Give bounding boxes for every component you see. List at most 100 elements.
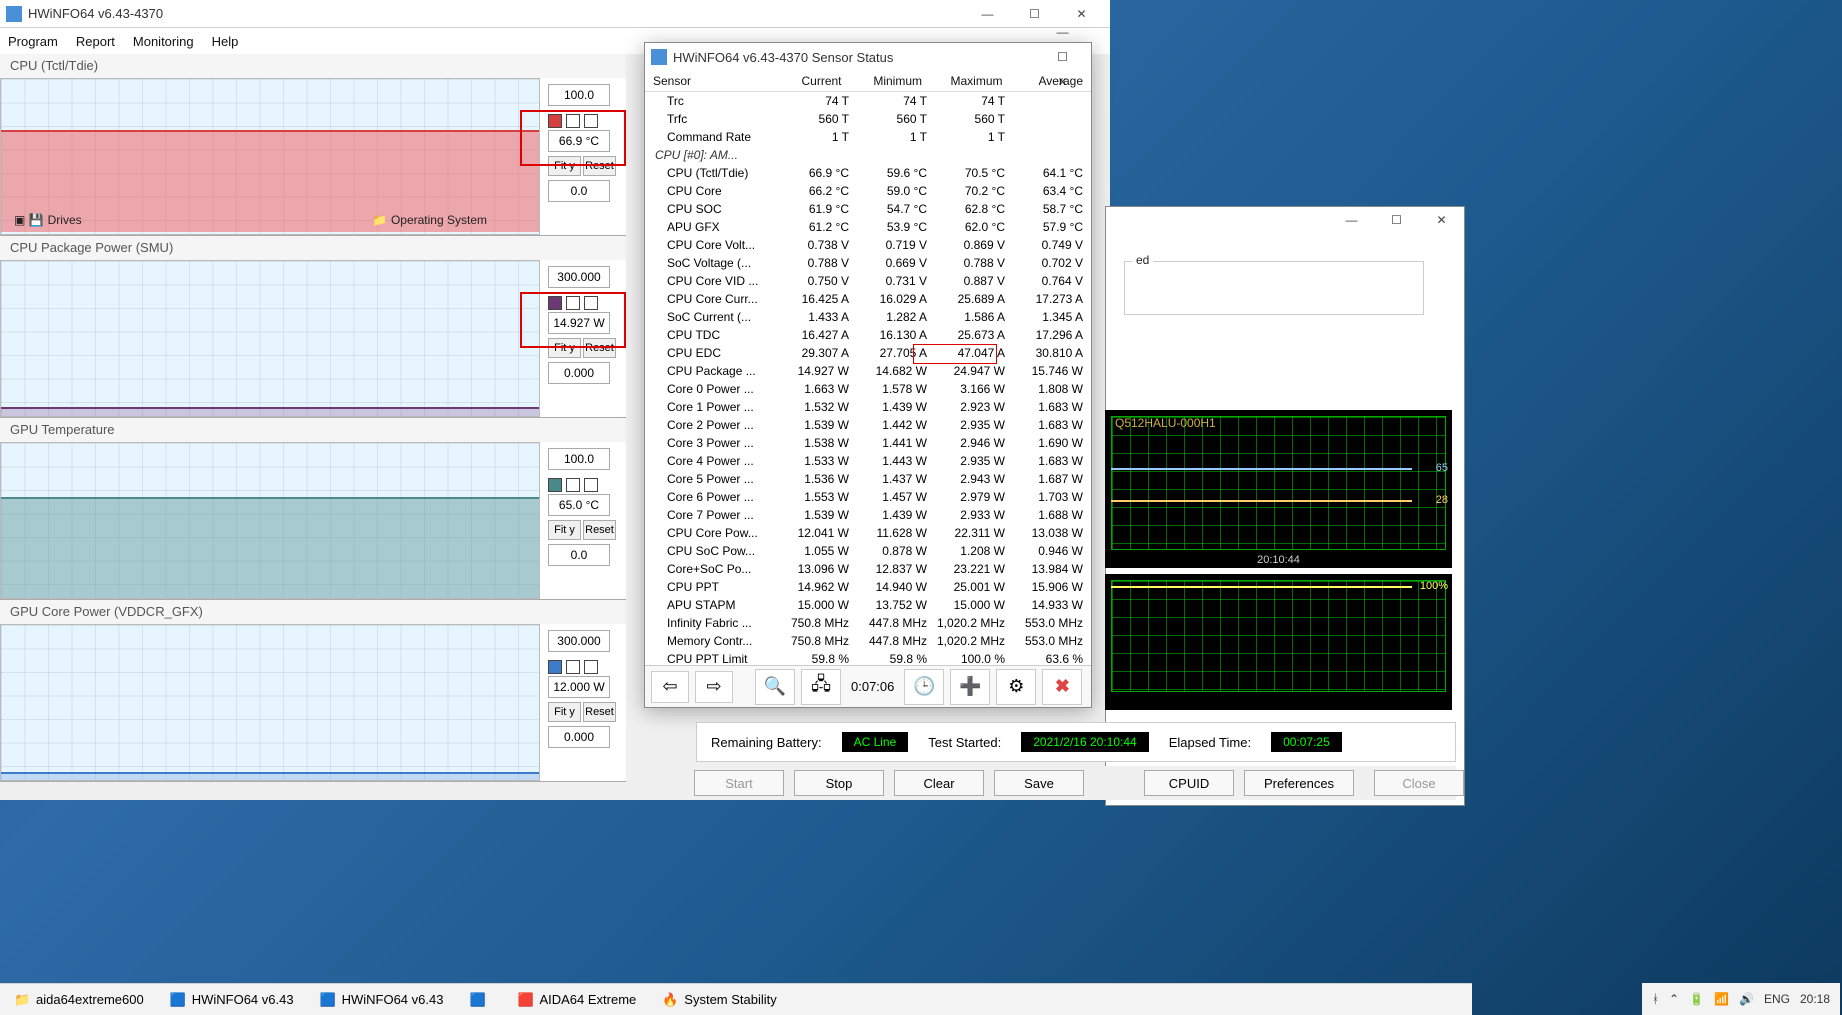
- os-node[interactable]: 📁 Operating System: [372, 213, 487, 227]
- main-titlebar[interactable]: HWiNFO64 v6.43-4370 — ☐ ✕: [0, 0, 1110, 28]
- add-icon[interactable]: ➕: [950, 669, 990, 705]
- close-aida-button[interactable]: Close: [1374, 770, 1464, 796]
- sensor-row[interactable]: Memory Contr...750.8 MHz447.8 MHz1,020.2…: [645, 632, 1091, 650]
- tray-wifi-icon[interactable]: 📶: [1714, 992, 1729, 1006]
- sensor-row[interactable]: CPU SOC61.9 °C54.7 °C62.8 °C58.7 °C: [645, 200, 1091, 218]
- fit-y-button[interactable]: Fit y: [548, 520, 581, 540]
- nav-back-icon[interactable]: ⇦: [651, 671, 689, 703]
- nav-fwd-icon[interactable]: ⇨: [695, 671, 733, 703]
- sensor-minimize-button[interactable]: —: [1040, 20, 1085, 45]
- zoom-icon[interactable]: 🔍: [755, 669, 795, 705]
- tray-battery-icon[interactable]: 🔋: [1689, 992, 1704, 1006]
- gear-icon[interactable]: ⚙: [996, 669, 1036, 705]
- graph-value[interactable]: 65.0 °C: [548, 494, 610, 516]
- sensor-row[interactable]: CPU Core Curr...16.425 A16.029 A25.689 A…: [645, 290, 1091, 308]
- tray-volume-icon[interactable]: 🔊: [1739, 992, 1754, 1006]
- taskbar-item[interactable]: 🔥System Stability: [654, 992, 784, 1008]
- sensor-row[interactable]: Trfc560 T560 T560 T: [645, 110, 1091, 128]
- tray-time[interactable]: 20:18: [1800, 992, 1830, 1006]
- menu-monitoring[interactable]: Monitoring: [133, 34, 194, 49]
- sensor-row[interactable]: Core 5 Power ...1.536 W1.437 W2.943 W1.6…: [645, 470, 1091, 488]
- stop-button[interactable]: Stop: [794, 770, 884, 796]
- minimize-button[interactable]: —: [965, 1, 1010, 26]
- sensor-row[interactable]: Core 2 Power ...1.539 W1.442 W2.935 W1.6…: [645, 416, 1091, 434]
- graph-min[interactable]: 0.0: [548, 544, 610, 566]
- aida-input-field[interactable]: [1124, 261, 1424, 315]
- preferences-button[interactable]: Preferences: [1244, 770, 1354, 796]
- sensor-maximize-button[interactable]: ☐: [1040, 45, 1085, 70]
- cpuid-button[interactable]: CPUID: [1144, 770, 1234, 796]
- sensor-row[interactable]: Core+SoC Po...13.096 W12.837 W23.221 W13…: [645, 560, 1091, 578]
- col-sensor[interactable]: Sensor: [645, 74, 769, 88]
- sensor-row[interactable]: CPU Package ...14.927 W14.682 W24.947 W1…: [645, 362, 1091, 380]
- sensor-row[interactable]: CPU TDC16.427 A16.130 A25.673 A17.296 A: [645, 326, 1091, 344]
- reset-button[interactable]: Reset: [583, 520, 616, 540]
- graph-max[interactable]: 300.000: [548, 630, 610, 652]
- graph-area[interactable]: [0, 260, 540, 417]
- exit-icon[interactable]: ✖: [1042, 669, 1082, 705]
- save-button[interactable]: Save: [994, 770, 1084, 796]
- sensor-row[interactable]: SoC Voltage (...0.788 V0.669 V0.788 V0.7…: [645, 254, 1091, 272]
- sensor-row[interactable]: CPU SoC Pow...1.055 W0.878 W1.208 W0.946…: [645, 542, 1091, 560]
- menu-help[interactable]: Help: [212, 34, 239, 49]
- network-icon[interactable]: 🖧: [801, 669, 841, 705]
- sensor-row[interactable]: CPU Core66.2 °C59.0 °C70.2 °C63.4 °C: [645, 182, 1091, 200]
- menu-report[interactable]: Report: [76, 34, 115, 49]
- color-swatch[interactable]: [584, 660, 598, 674]
- col-minimum[interactable]: Minimum: [850, 74, 931, 88]
- taskbar-item[interactable]: 🟦HWiNFO64 v6.43: [162, 992, 302, 1008]
- taskbar-item[interactable]: 📁aida64extreme600: [6, 992, 152, 1008]
- taskbar-item[interactable]: 🟦: [461, 992, 499, 1008]
- aida-maximize-button[interactable]: ☐: [1374, 207, 1419, 232]
- tray-bluetooth-icon[interactable]: ᚼ: [1652, 992, 1659, 1006]
- graph-max[interactable]: 100.0: [548, 448, 610, 470]
- sensor-row[interactable]: CPU (Tctl/Tdie)66.9 °C59.6 °C70.5 °C64.1…: [645, 164, 1091, 182]
- tray-lang[interactable]: ENG: [1764, 992, 1790, 1006]
- color-swatch[interactable]: [548, 478, 562, 492]
- sensor-body[interactable]: Trc74 T74 T74 TTrfc560 T560 T560 TComman…: [645, 92, 1091, 665]
- sensor-row[interactable]: SoC Current (...1.433 A1.282 A1.586 A1.3…: [645, 308, 1091, 326]
- aida-minimize-button[interactable]: —: [1329, 207, 1374, 232]
- tray-chevron-up-icon[interactable]: ⌃: [1669, 992, 1679, 1006]
- sensor-row[interactable]: CPU [#0]: AM...: [645, 146, 1091, 164]
- sensor-row[interactable]: APU GFX61.2 °C53.9 °C62.0 °C57.9 °C: [645, 218, 1091, 236]
- taskbar-item[interactable]: 🟦HWiNFO64 v6.43: [312, 992, 452, 1008]
- graph-min[interactable]: 0.000: [548, 726, 610, 748]
- col-average[interactable]: Average: [1011, 74, 1092, 88]
- clock-icon[interactable]: 🕒: [904, 669, 944, 705]
- graph-area[interactable]: [0, 78, 540, 235]
- sensor-titlebar[interactable]: HWiNFO64 v6.43-4370 Sensor Status — ☐ ✕: [645, 43, 1091, 71]
- sensor-row[interactable]: Trc74 T74 T74 T: [645, 92, 1091, 110]
- sensor-row[interactable]: Command Rate1 T1 T1 T: [645, 128, 1091, 146]
- color-swatch[interactable]: [584, 478, 598, 492]
- graph-area[interactable]: [0, 442, 540, 599]
- col-maximum[interactable]: Maximum: [930, 74, 1011, 88]
- sensor-row[interactable]: CPU Core Volt...0.738 V0.719 V0.869 V0.7…: [645, 236, 1091, 254]
- reset-button[interactable]: Reset: [583, 702, 616, 722]
- sensor-row[interactable]: Core 1 Power ...1.532 W1.439 W2.923 W1.6…: [645, 398, 1091, 416]
- graph-max[interactable]: 100.0: [548, 84, 610, 106]
- windows-taskbar[interactable]: 📁aida64extreme600 🟦HWiNFO64 v6.43 🟦HWiNFO6…: [0, 983, 1472, 1015]
- graph-max[interactable]: 300.000: [548, 266, 610, 288]
- graph-min[interactable]: 0.000: [548, 362, 610, 384]
- sensor-row[interactable]: Infinity Fabric ...750.8 MHz447.8 MHz1,0…: [645, 614, 1091, 632]
- sensor-row[interactable]: Core 3 Power ...1.538 W1.441 W2.946 W1.6…: [645, 434, 1091, 452]
- drives-node[interactable]: ▣ 💾 Drives: [14, 213, 82, 227]
- sensor-columns-header[interactable]: Sensor Current Minimum Maximum Average: [645, 71, 1091, 92]
- graph-area[interactable]: [0, 624, 540, 781]
- sensor-row[interactable]: Core 0 Power ...1.663 W1.578 W3.166 W1.8…: [645, 380, 1091, 398]
- color-swatch[interactable]: [548, 660, 562, 674]
- sensor-row[interactable]: Core 4 Power ...1.533 W1.443 W2.935 W1.6…: [645, 452, 1091, 470]
- sensor-row[interactable]: CPU PPT Limit59.8 %59.8 %100.0 %63.6 %: [645, 650, 1091, 665]
- sensor-row[interactable]: Core 6 Power ...1.553 W1.457 W2.979 W1.7…: [645, 488, 1091, 506]
- taskbar-item[interactable]: 🟥AIDA64 Extreme: [509, 992, 644, 1008]
- sensor-row[interactable]: Core 7 Power ...1.539 W1.439 W2.933 W1.6…: [645, 506, 1091, 524]
- sensor-row[interactable]: CPU EDC29.307 A27.705 A47.047 A30.810 A: [645, 344, 1091, 362]
- sensor-row[interactable]: APU STAPM15.000 W13.752 W15.000 W14.933 …: [645, 596, 1091, 614]
- fit-y-button[interactable]: Fit y: [548, 702, 581, 722]
- sensor-row[interactable]: CPU Core Pow...12.041 W11.628 W22.311 W1…: [645, 524, 1091, 542]
- color-swatch[interactable]: [566, 478, 580, 492]
- col-current[interactable]: Current: [769, 74, 850, 88]
- clear-button[interactable]: Clear: [894, 770, 984, 796]
- color-swatch[interactable]: [566, 660, 580, 674]
